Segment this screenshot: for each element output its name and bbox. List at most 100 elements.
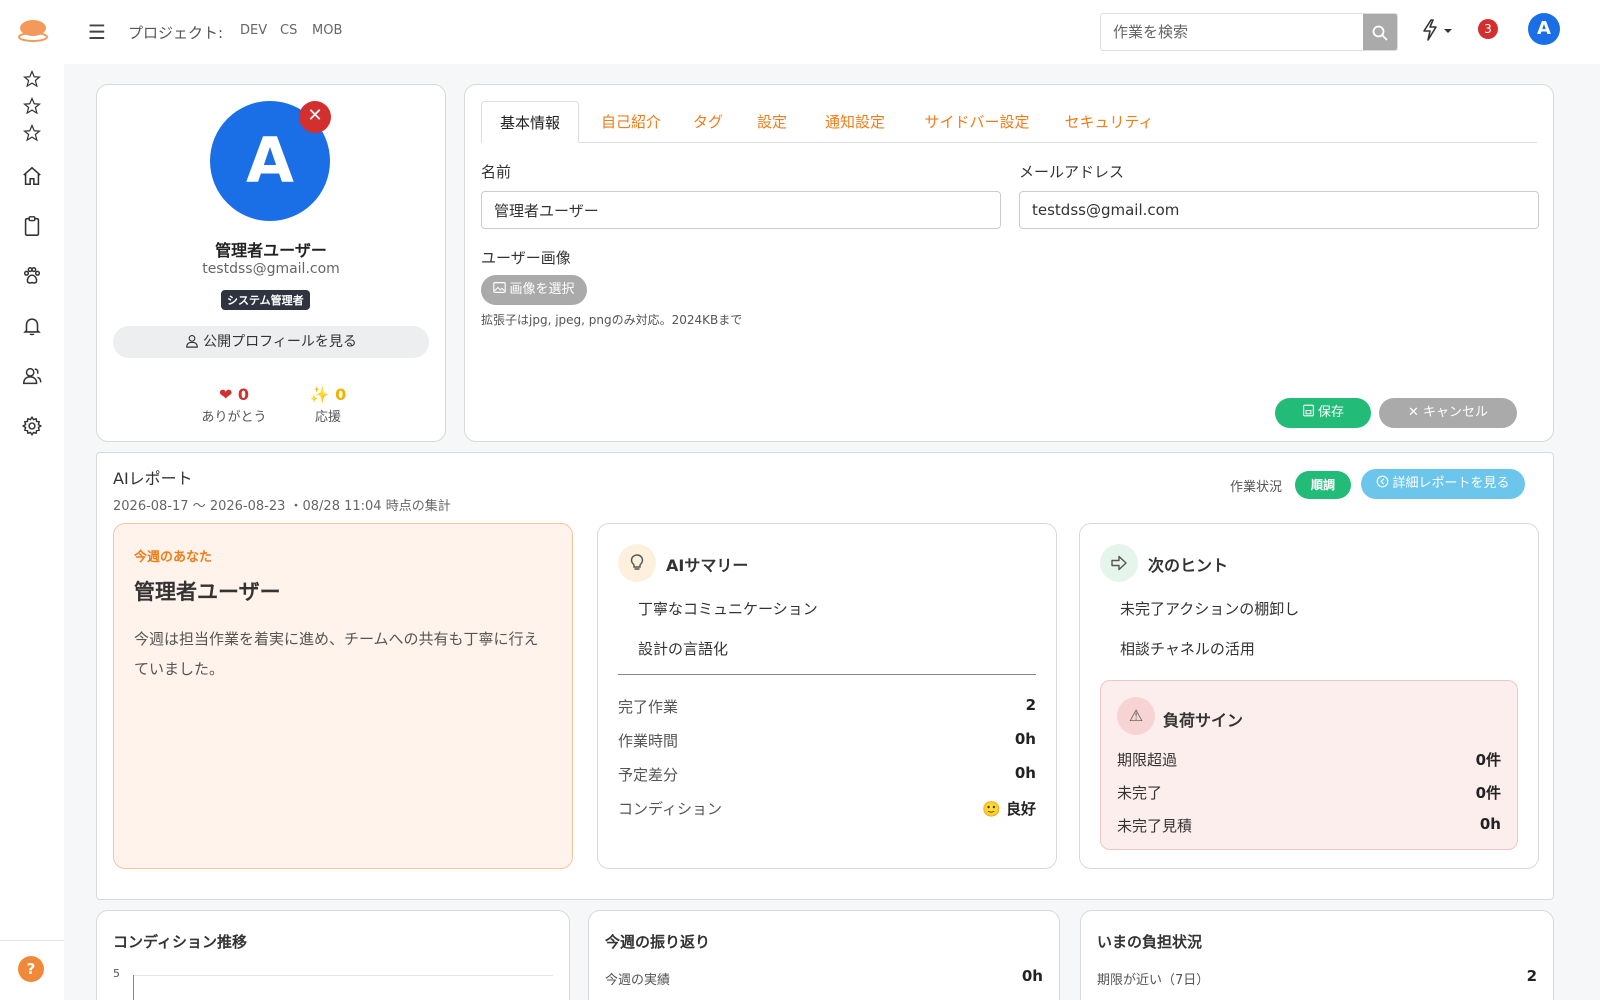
metric-value: 0h	[1014, 764, 1036, 782]
metric-value: 2	[1025, 696, 1036, 714]
current-load-row-value: 2	[1526, 967, 1537, 985]
chevron-left-circle-icon	[1377, 475, 1389, 488]
save-label: 保存	[1317, 405, 1344, 420]
remove-avatar-button[interactable]: ✕	[299, 101, 331, 133]
profile-name: 管理者ユーザー	[215, 241, 327, 260]
weekly-review-title: 今週の振り返り	[605, 933, 711, 951]
tab-notifications[interactable]: 通知設定	[817, 101, 893, 143]
select-image-button[interactable]: 画像を選択	[481, 275, 587, 305]
save-button[interactable]: 保存	[1275, 398, 1371, 428]
email-field[interactable]	[1019, 191, 1539, 229]
email-label: メールアドレス	[1019, 163, 1125, 181]
image-hint: 拡張子はjpg, jpeg, pngのみ対応。2024KBまで	[481, 313, 743, 327]
metric-label: 完了作業	[618, 698, 679, 716]
summary-bullet: 丁寧なコミュニケーション	[638, 600, 818, 618]
favorite-star-icon[interactable]	[20, 67, 44, 91]
load-row-label: 未完了	[1117, 784, 1163, 802]
weekly-review-card: 今週の振り返り 今週の実績 0h	[588, 910, 1060, 1000]
load-row-value: 0件	[1475, 751, 1501, 769]
thanks-label: ありがとう	[201, 410, 267, 425]
quick-action-button[interactable]	[1420, 18, 1454, 46]
this-week-kicker: 今週のあなた	[134, 550, 213, 565]
tab-sidebar[interactable]: サイドバー設定	[919, 101, 1035, 143]
summary-bullet: 設計の言語化	[638, 640, 729, 658]
condition-y-axis	[133, 975, 134, 1000]
tab-basic-info[interactable]: 基本情報	[481, 101, 579, 143]
warning-icon: ⚠	[1117, 697, 1155, 735]
condition-trend-card: コンディション推移 5	[96, 910, 570, 1000]
summary-divider	[618, 674, 1036, 675]
view-detail-report-button[interactable]: 詳細レポートを見る	[1361, 469, 1525, 499]
search-box	[1100, 13, 1398, 51]
weekly-review-row-value: 0h	[1021, 967, 1043, 985]
cheer-count: ✨ 0	[309, 385, 347, 404]
favorite-star-icon[interactable]	[20, 121, 44, 145]
lightbulb-icon	[618, 544, 656, 582]
settings-card: 基本情報 自己紹介 タグ 設定 通知設定 サイドバー設定 セキュリティ 名前 メ…	[464, 84, 1554, 442]
next-hint-title: 次のヒント	[1148, 556, 1229, 575]
condition-axis-tick: 5	[113, 967, 120, 980]
name-label: 名前	[481, 163, 512, 181]
menu-toggle-icon[interactable]: ☰	[88, 20, 106, 44]
next-hint-card: 次のヒント 未完了アクションの棚卸し 相談チャネルの活用 ⚠ 負荷サイン 期限超…	[1079, 523, 1539, 869]
view-public-profile-button[interactable]: 公開プロフィールを見る	[113, 326, 429, 358]
clipboard-icon[interactable]	[20, 214, 44, 238]
save-icon	[1303, 404, 1314, 417]
metric-label: 作業時間	[618, 732, 679, 750]
load-sign-panel: ⚠ 負荷サイン 期限超過 0件 未完了 0件 未完了見積 0h	[1100, 680, 1518, 850]
work-status-badge: 順調	[1295, 471, 1351, 499]
load-sign-title: 負荷サイン	[1163, 711, 1244, 730]
home-icon[interactable]	[20, 164, 44, 188]
search-button[interactable]	[1363, 14, 1397, 50]
cancel-label: キャンセル	[1423, 405, 1489, 420]
work-status-label: 作業状況	[1230, 480, 1283, 495]
tab-self-intro[interactable]: 自己紹介	[593, 101, 669, 143]
condition-gridline	[133, 975, 553, 976]
favorite-star-icon[interactable]	[20, 94, 44, 118]
role-badge: システム管理者	[221, 290, 310, 310]
ai-summary-title: AIサマリー	[666, 556, 749, 575]
load-row-label: 未完了見積	[1117, 817, 1193, 835]
load-row-value: 0件	[1475, 784, 1501, 802]
this-week-text: 今週は担当作業を着実に進め、チームへの共有も丁寧に行えていました。	[134, 630, 539, 678]
cheer-label: 応援	[314, 410, 341, 425]
profile-card: A ✕ 管理者ユーザー testdss@gmail.com システム管理者 公開…	[96, 84, 446, 442]
project-link-dev[interactable]: DEV	[240, 23, 267, 38]
tab-tags[interactable]: タグ	[689, 101, 727, 143]
search-input[interactable]	[1101, 14, 1359, 50]
view-public-profile-label: 公開プロフィールを見る	[203, 334, 357, 350]
project-link-cs[interactable]: CS	[280, 23, 297, 38]
current-load-card: いまの負担状況 期限が近い（7日） 2	[1080, 910, 1554, 1000]
sidebar-divider	[0, 940, 64, 941]
user-avatar[interactable]: A	[1528, 13, 1560, 45]
help-icon[interactable]: ?	[18, 956, 44, 982]
current-load-title: いまの負担状況	[1097, 933, 1203, 951]
this-week-you-card: 今週のあなた 管理者ユーザー 今週は担当作業を着実に進め、チームへの共有も丁寧に…	[113, 523, 573, 869]
tab-settings[interactable]: 設定	[753, 101, 791, 143]
current-load-row-label: 期限が近い（7日）	[1097, 973, 1210, 988]
name-field[interactable]	[481, 191, 1001, 229]
select-image-label: 画像を選択	[509, 282, 575, 297]
paw-icon[interactable]	[20, 264, 44, 288]
load-row-value: 0h	[1479, 815, 1501, 833]
metric-label: 予定差分	[618, 766, 679, 784]
image-icon	[493, 282, 507, 293]
tab-security[interactable]: セキュリティ	[1061, 101, 1157, 143]
metric-value: 0h	[1014, 730, 1036, 748]
ai-report-title: AIレポート	[113, 469, 193, 488]
notification-badge[interactable]: 3	[1478, 19, 1498, 39]
profile-email: testdss@gmail.com	[202, 261, 340, 277]
metric-label: コンディション	[618, 800, 722, 818]
top-bar: ☰ プロジェクト: DEV CS MOB 3 A	[0, 0, 1600, 64]
settings-tabs: 基本情報 自己紹介 タグ 設定 通知設定 サイドバー設定 セキュリティ	[481, 101, 1537, 143]
app-logo[interactable]	[18, 18, 48, 44]
cancel-button[interactable]: ✕ キャンセル	[1379, 398, 1517, 428]
gear-icon[interactable]	[20, 414, 44, 438]
hint-bullet: 未完了アクションの棚卸し	[1120, 600, 1300, 618]
project-link-mob[interactable]: MOB	[312, 23, 342, 38]
close-icon: ✕	[1407, 405, 1423, 420]
bell-icon[interactable]	[20, 314, 44, 338]
thanks-stat: ❤ 0 ありがとう	[189, 385, 279, 425]
close-icon: ✕	[307, 105, 323, 126]
users-icon[interactable]	[20, 364, 44, 388]
